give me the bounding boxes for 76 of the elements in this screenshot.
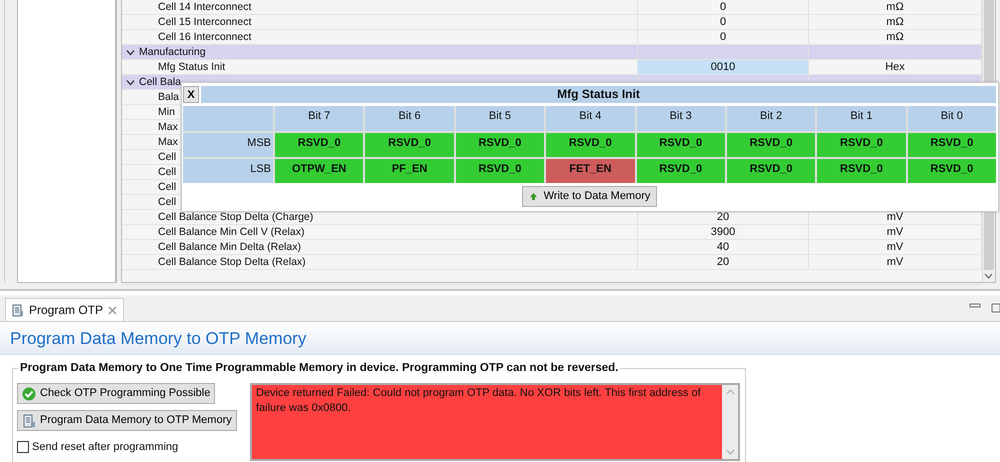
parameter-name: Max: [158, 121, 178, 133]
checkbox[interactable]: [17, 441, 29, 454]
value-cell[interactable]: 0010: [638, 60, 809, 74]
unit-label: mV: [886, 241, 904, 253]
unit-label: mV: [886, 226, 904, 238]
column-header: Bit 2: [726, 106, 816, 131]
close-button[interactable]: X: [183, 86, 199, 103]
unit-label: mΩ: [886, 16, 904, 28]
parameter-name: Cell Balance Min Delta (Relax): [158, 241, 301, 253]
bit-toggle[interactable]: RSVD_0: [275, 133, 364, 157]
unit-label: mΩ: [886, 1, 904, 13]
row-label: MSB: [183, 133, 273, 157]
bit-toggle[interactable]: PF_EN: [365, 159, 454, 183]
bit-toggle[interactable]: RSVD_0: [636, 159, 725, 183]
value-cell[interactable]: 20: [638, 255, 809, 269]
chevron-down-icon[interactable]: [126, 48, 135, 56]
bit-toggle[interactable]: FET_EN: [546, 159, 634, 183]
unit-label: mV: [886, 256, 904, 268]
bit-toggle[interactable]: RSVD_0: [908, 159, 996, 183]
value-cell[interactable]: 0: [638, 15, 809, 29]
bit-toggle[interactable]: RSVD_0: [636, 133, 725, 157]
unit-label: Hex: [885, 61, 905, 73]
tab[interactable]: Program OTP: [5, 298, 124, 321]
value-cell[interactable]: 40: [638, 240, 809, 254]
checkbox-label[interactable]: Send reset after programming: [32, 439, 178, 456]
bit-toggle[interactable]: RSVD_0: [456, 133, 544, 157]
parameter-name: Bala: [158, 91, 180, 103]
bit-toggle[interactable]: RSVD_0: [456, 159, 544, 183]
bit-toggle[interactable]: RSVD_0: [726, 159, 816, 183]
parameter-name: Cell: [158, 196, 176, 208]
parameter-name: Mfg Status Init: [158, 61, 226, 73]
write-button[interactable]: Write to Data Memory: [522, 186, 658, 207]
column-header: Bit 6: [365, 106, 454, 131]
value-cell[interactable]: 0: [638, 0, 809, 14]
value-cell[interactable]: 3900: [638, 225, 809, 239]
parameter-name: Cell Balance Min Cell V (Relax): [158, 226, 304, 238]
group-label: Manufacturing: [139, 45, 206, 59]
maximize-icon[interactable]: [991, 303, 1000, 313]
bit-toggle[interactable]: RSVD_0: [817, 133, 906, 157]
value-cell[interactable]: 0: [638, 30, 809, 44]
column-header: Bit 0: [908, 106, 996, 131]
up-arrow-icon: [528, 192, 538, 201]
unit-label: mΩ: [886, 31, 904, 43]
popup-title: Mfg Status Init: [201, 86, 996, 103]
column-header: Bit 1: [817, 106, 906, 131]
unit-label: mV: [886, 211, 904, 223]
check-button[interactable]: Check OTP Programming Possible: [17, 383, 216, 404]
group-label: Cell Bala: [139, 75, 182, 89]
bit-toggle[interactable]: OTPW_EN: [275, 159, 364, 183]
parameter-name: Min: [158, 106, 175, 118]
row-label: LSB: [183, 159, 273, 183]
parameter-name: Cell Balance Stop Delta (Charge): [158, 211, 314, 223]
bit-toggle[interactable]: RSVD_0: [817, 159, 906, 183]
parameter-name: Max: [158, 136, 178, 148]
check-circle-icon: [22, 386, 36, 400]
column-header: Bit 7: [275, 106, 364, 131]
parameter-name: Cell: [158, 151, 176, 163]
program-button[interactable]: Program Data Memory to OTP Memory: [17, 410, 237, 431]
parameter-name: Cell 14 Interconnect: [158, 1, 252, 13]
message-text: Device returned Failed: Could not program OTP data. No XOR bits left. This first address of failure was 0x0800.: [255, 386, 702, 416]
parameter-name: Cell: [158, 181, 176, 193]
close-icon[interactable]: [108, 306, 118, 314]
bit-toggle[interactable]: RSVD_0: [908, 133, 996, 157]
bit-toggle[interactable]: RSVD_0: [726, 133, 816, 157]
parameter-name: Cell: [158, 166, 176, 178]
column-header: Bit 5: [456, 106, 544, 131]
bit-toggle[interactable]: RSVD_0: [365, 133, 454, 157]
parameter-name: Cell 15 Interconnect: [158, 16, 252, 28]
column-header: Bit 3: [636, 106, 725, 131]
chevron-down-icon[interactable]: [126, 78, 135, 86]
minimize-icon[interactable]: [969, 303, 981, 309]
column-header: Bit 4: [546, 106, 634, 131]
bit-toggle[interactable]: RSVD_0: [546, 133, 634, 157]
group-row[interactable]: Manufacturing: [122, 45, 982, 60]
parameter-name: Cell 16 Interconnect: [158, 31, 252, 43]
parameter-name: Cell Balance Stop Delta (Relax): [158, 256, 306, 268]
